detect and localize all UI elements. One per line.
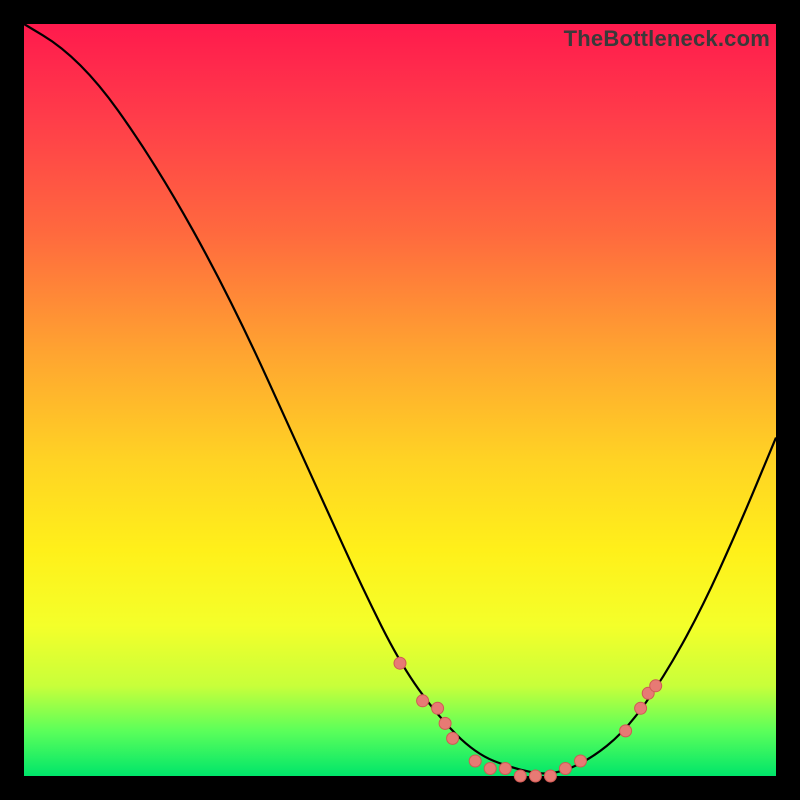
data-point [635,702,647,714]
data-point [650,680,662,692]
data-point [484,763,496,775]
data-point [394,657,406,669]
data-point [417,695,429,707]
data-point [575,755,587,767]
data-points [394,657,662,782]
chart-frame: TheBottleneck.com [24,24,776,776]
chart-svg [24,24,776,776]
data-point [544,770,556,782]
data-point [559,763,571,775]
data-point [439,717,451,729]
data-point [432,702,444,714]
data-point [499,763,511,775]
data-point [447,732,459,744]
data-point [620,725,632,737]
data-point [514,770,526,782]
data-point [469,755,481,767]
data-point [529,770,541,782]
